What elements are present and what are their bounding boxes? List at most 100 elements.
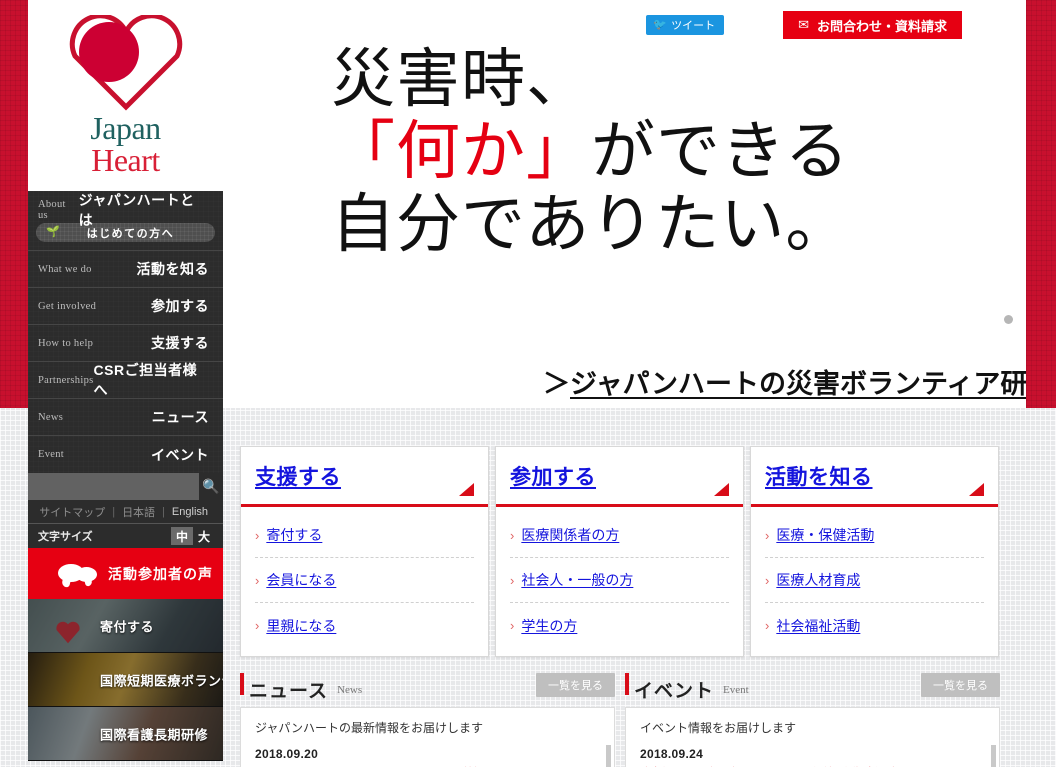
news-scrollbar[interactable] (606, 745, 611, 767)
font-size-medium-button[interactable]: 中 (171, 527, 193, 545)
language-japanese-link[interactable]: 日本語 (115, 504, 162, 520)
chevron-right-icon: › (765, 572, 770, 588)
main-navigation: About us ジャパンハートとは 🌱 はじめての方へ What we do … (28, 191, 223, 473)
list-item[interactable]: › 社会人・一般の方 (510, 558, 729, 603)
chevron-right-icon: › (255, 527, 260, 543)
list-item[interactable]: › 里親になる (255, 603, 474, 648)
hero-left-red-band (0, 0, 28, 408)
list-item[interactable]: › 医療・保健活動 (765, 513, 984, 558)
banner-donate[interactable]: 寄付する (28, 599, 223, 653)
news-view-all-button[interactable]: 一覧を見る (536, 673, 615, 697)
sidebar-item-about-us[interactable]: About us ジャパンハートとは (28, 191, 223, 228)
card-participate: 参加する › 医療関係者の方 › 社会人・一般の方 › 学生の方 (495, 446, 744, 657)
site-logo[interactable]: Japan Heart (28, 0, 223, 191)
event-scrollbar[interactable] (991, 745, 996, 767)
sitemap-link[interactable]: サイトマップ (32, 504, 112, 520)
hero-headline-line-3: 自分でありたい。 (331, 188, 851, 260)
news-panel-body: ジャパンハートの最新情報をお届けします 2018.09.20 【NEW！】スタッ… (240, 707, 615, 767)
hero-sub-link-label: ジャパンハートの災害ボランティア研修 (570, 369, 1026, 399)
search-icon: 🔍 (202, 478, 220, 494)
list-item[interactable]: › 学生の方 (510, 603, 729, 648)
sidebar-item-ja-label: 参加する (151, 298, 209, 314)
sidebar-item-ja-label: ニュース (151, 409, 209, 425)
card-participate-links: › 医療関係者の方 › 社会人・一般の方 › 学生の方 (496, 507, 743, 656)
event-date: 2018.09.24 (640, 747, 704, 761)
event-panel-header: イベント Event 一覧を見る (625, 671, 1000, 701)
banner-short-term-volunteer-label: 国際短期医療ボランティア (100, 673, 223, 688)
card-activities-title[interactable]: 活動を知る (765, 461, 873, 491)
card-link[interactable]: 里親になる (266, 616, 336, 636)
news-title-ja: ニュース (249, 681, 329, 702)
card-support-header: 支援する (241, 447, 488, 507)
card-link[interactable]: 社会福祉活動 (776, 616, 860, 636)
news-intro: ジャパンハートの最新情報をお届けします (255, 721, 484, 735)
sidebar-item-en-label: How to help (38, 337, 94, 349)
chevron-right-icon: › (255, 572, 260, 588)
sidebar-item-get-involved[interactable]: Get involved 参加する (28, 288, 223, 325)
news-event-panels: ニュース News 一覧を見る ジャパンハートの最新情報をお届けします 2018… (240, 671, 1000, 767)
card-support-title[interactable]: 支援する (255, 461, 341, 491)
sidebar-item-ja-label: 支援する (151, 335, 209, 351)
card-participate-title[interactable]: 参加する (510, 461, 596, 491)
list-item[interactable]: › 会員になる (255, 558, 474, 603)
speech-bubbles-icon (58, 562, 98, 586)
event-headline[interactable]: 支援のその先を知りたい！【海外活動地視察ツアー】＠カンボジア (640, 763, 985, 767)
hero-top-actions: 🐦 ツイート ✉ お問合わせ・資料請求 (646, 11, 962, 39)
list-item[interactable]: › 医療関係者の方 (510, 513, 729, 558)
event-title-en: Event (723, 684, 749, 697)
sidebar-item-partnerships[interactable]: Partnerships CSRご担当者様へ (28, 362, 223, 399)
sidebar-item-what-we-do[interactable]: What we do 活動を知る (28, 251, 223, 288)
hero-headline-accent: 「何か」 (331, 116, 591, 188)
hero-right-red-band (1026, 0, 1056, 408)
card-link[interactable]: 寄付する (266, 525, 322, 545)
hero-headline-line-2: 「何か」ができる (331, 116, 850, 188)
event-panel-body: イベント情報をお届けします 2018.09.24 支援のその先を知りたい！【海外… (625, 707, 1000, 767)
carousel-dot[interactable] (1004, 315, 1013, 324)
contact-button[interactable]: ✉ お問合わせ・資料請求 (783, 11, 962, 39)
card-link[interactable]: 学生の方 (521, 616, 577, 636)
event-view-all-button[interactable]: 一覧を見る (921, 673, 1000, 697)
card-link[interactable]: 社会人・一般の方 (521, 570, 633, 590)
news-title-en: News (337, 684, 363, 697)
logo-word-heart: Heart (91, 141, 160, 178)
search-button[interactable]: 🔍 (199, 473, 223, 500)
search-input[interactable] (28, 473, 199, 500)
list-item[interactable]: › 医療人材育成 (765, 558, 984, 603)
sidebar-item-news[interactable]: News ニュース (28, 399, 223, 436)
banner-long-term-nursing-label: 国際看護長期研修 (100, 727, 209, 742)
event-panel: イベント Event 一覧を見る イベント情報をお届けします 2018.09.2… (625, 671, 1000, 767)
news-headline[interactable]: 【NEW！】スタッフインタビューが始まりました (255, 763, 600, 767)
tweet-button[interactable]: 🐦 ツイート (646, 15, 725, 35)
card-link[interactable]: 会員になる (266, 570, 336, 590)
news-date: 2018.09.20 (255, 747, 319, 761)
sidebar-item-event[interactable]: Event イベント (28, 436, 223, 473)
font-size-control: 文字サイズ 中 大 (28, 524, 223, 548)
triangle-icon (459, 483, 474, 496)
list-item[interactable]: › 社会福祉活動 (765, 603, 984, 648)
sidebar-item-en-label: Event (38, 449, 64, 460)
sidebar-item-en-label: Partnerships (38, 374, 94, 386)
banner-short-term-volunteer[interactable]: 国際短期医療ボランティア (28, 653, 223, 707)
utility-links: サイトマップ | 日本語 | English (28, 500, 223, 524)
heart-japan-flag-logo-icon (61, 13, 191, 113)
sidebar-item-ja-label: 活動を知る (136, 261, 209, 277)
sidebar-item-how-to-help[interactable]: How to help 支援する (28, 325, 223, 362)
sidebar-item-en-label: Get involved (38, 300, 97, 312)
triangle-icon (969, 483, 984, 496)
hero-sub-link[interactable]: ＞ジャパンハートの災害ボランティア研修 (543, 362, 1026, 401)
card-activities-header: 活動を知る (751, 447, 998, 507)
list-item[interactable]: › 寄付する (255, 513, 474, 558)
news-panel-header: ニュース News 一覧を見る (240, 671, 615, 701)
chevron-right-icon: › (765, 618, 770, 633)
card-link[interactable]: 医療人材育成 (776, 570, 860, 590)
card-link[interactable]: 医療関係者の方 (521, 525, 619, 545)
banner-long-term-nursing[interactable]: 国際看護長期研修 (28, 707, 223, 761)
card-activities-links: › 医療・保健活動 › 医療人材育成 › 社会福祉活動 (751, 507, 998, 656)
participant-voices-banner[interactable]: 活動参加者の声 (28, 548, 223, 599)
twitter-bird-icon: 🐦 (653, 18, 668, 31)
main-content: 支援する › 寄付する › 会員になる › 里親になる 参加する › 医療関係者… (240, 446, 1000, 767)
font-size-label: 文字サイズ (38, 531, 93, 543)
card-link[interactable]: 医療・保健活動 (776, 525, 874, 545)
language-english-link[interactable]: English (165, 506, 215, 518)
font-size-large-button[interactable]: 大 (193, 527, 215, 545)
